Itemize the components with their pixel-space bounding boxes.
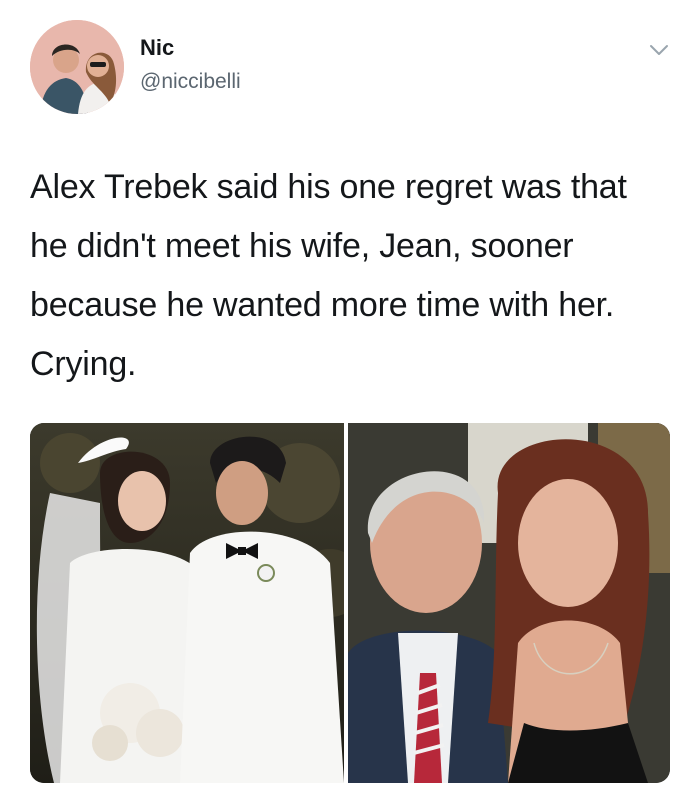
avatar[interactable] <box>30 20 124 114</box>
couple-photo[interactable] <box>348 423 670 783</box>
wedding-photo[interactable] <box>30 423 344 783</box>
tweet-media[interactable] <box>30 423 670 783</box>
user-handle[interactable]: @niccibelli <box>140 70 241 94</box>
tweet-text: Alex Trebek said his one regret was that… <box>30 168 627 383</box>
display-name[interactable]: Nic <box>140 35 174 61</box>
chevron-down-icon[interactable] <box>647 38 671 62</box>
